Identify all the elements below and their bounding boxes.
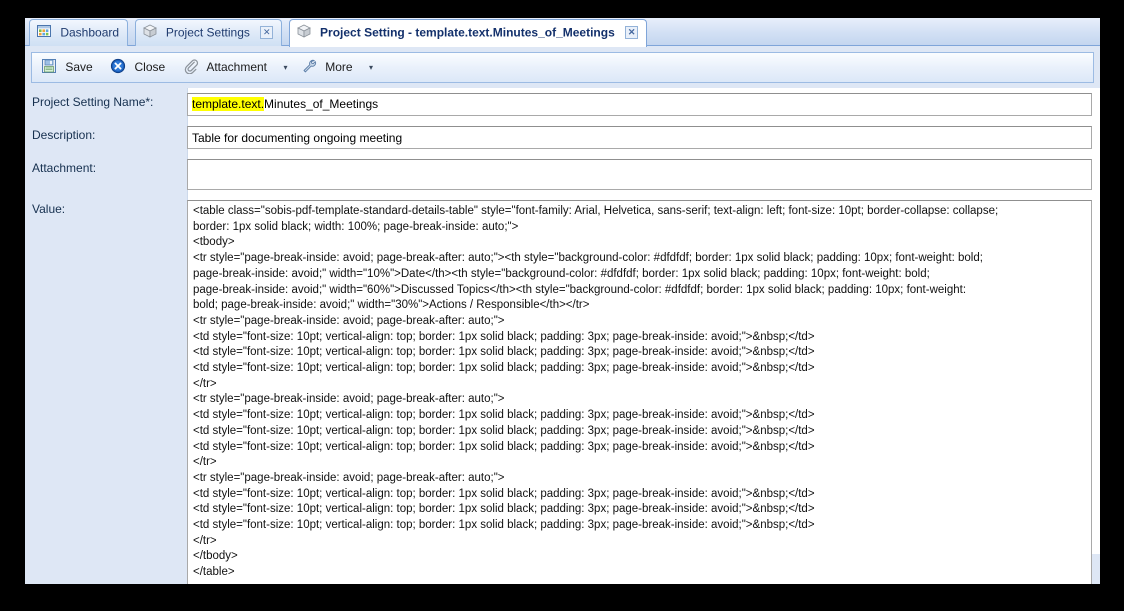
tab-project-settings[interactable]: Project Settings ✕ [135,19,283,46]
save-label: Save [65,60,92,74]
name-remaining-part: Minutes_of_Meetings [264,97,378,111]
attachment-input[interactable] [187,159,1092,190]
attachment-button[interactable]: Attachment [178,55,275,80]
toolbar: Save Close Attachment [31,52,1094,83]
dashboard-grid-icon [36,23,52,39]
project-setting-form: Project Setting Name*: template.text.Min… [25,88,1100,554]
field-row-name: Project Setting Name*: template.text.Min… [187,88,1100,121]
close-circle-icon [110,58,126,74]
close-button[interactable]: Close [105,55,173,80]
tab-close-icon[interactable]: ✕ [260,26,273,39]
attachment-dropdown-arrow[interactable]: ▾ [279,56,291,79]
tab-project-setting-detail[interactable]: Project Setting - template.text.Minutes_… [289,19,647,47]
more-button[interactable]: More [296,55,361,80]
project-setting-name-label: Project Setting Name*: [32,95,182,109]
tab-bar: Dashboard Project Settings ✕ P [25,18,1100,46]
field-row-attachment: Attachment: [187,154,1100,195]
more-dropdown-arrow[interactable]: ▾ [365,56,377,79]
floppy-disk-icon [41,58,57,74]
attachment-label: Attachment [206,60,267,74]
save-button[interactable]: Save [36,55,101,80]
application-window: Dashboard Project Settings ✕ P [25,18,1100,584]
paperclip-icon [183,58,199,74]
close-label: Close [135,60,166,74]
toolbar-container: Save Close Attachment [25,46,1100,88]
tab-dashboard[interactable]: Dashboard [29,19,128,46]
description-label: Description: [32,128,182,142]
name-highlighted-part: template.text. [192,97,264,111]
label-column [25,88,188,554]
attachment-label: Attachment: [32,161,182,175]
package-box-icon [296,23,312,39]
tab-label: Dashboard [60,25,119,39]
field-row-value: Value: <table class="sobis-pdf-template-… [187,195,1100,584]
value-label: Value: [32,202,182,216]
tab-close-icon[interactable]: ✕ [625,26,638,39]
field-row-description: Description: [187,121,1100,154]
tab-label: Project Settings [166,25,250,39]
description-input[interactable] [187,126,1092,149]
value-textarea[interactable]: <table class="sobis-pdf-template-standar… [187,200,1092,584]
wrench-icon [301,58,317,74]
package-box-icon [142,23,158,39]
more-label: More [325,60,352,74]
project-setting-name-input[interactable]: template.text.Minutes_of_Meetings [187,93,1092,116]
tab-label: Project Setting - template.text.Minutes_… [320,25,615,39]
